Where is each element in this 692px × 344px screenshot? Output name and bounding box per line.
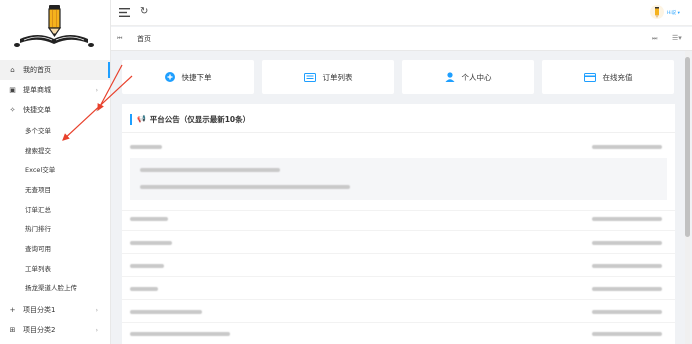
plus-icon: + [9,306,16,315]
announcement-row-date-blurred [592,310,662,314]
megaphone-icon: 📢 [137,115,146,123]
sidebar-item-category-1[interactable]: + 项目分类1 › [0,300,110,320]
user-center-label: 个人中心 [461,72,492,82]
sidebar-item-category-2[interactable]: ⊞ 项目分类2 › [0,320,110,340]
announcement-row-title-blurred[interactable] [130,310,202,314]
top-header: ↻ Hi说 ▾ [111,0,692,26]
sidebar-item-label: 提单商城 [23,86,51,94]
sidebar-subitem-face-upload[interactable]: 扬龙渠道人脸上传 [0,278,110,298]
announcement-row-date-blurred [592,332,662,336]
refresh-icon[interactable]: ↻ [140,6,148,17]
announcement-row-date-blurred [592,264,662,268]
avatar[interactable] [650,5,664,19]
menu-toggle-icon[interactable] [119,8,130,17]
divider [122,299,675,300]
divider [122,276,675,277]
announcement-content-line [140,168,280,172]
logo[interactable] [0,0,110,52]
scrollbar-thumb[interactable] [685,57,690,237]
home-icon: ⌂ [10,66,15,74]
sidebar: ⌂ 我的首页 ▣ 提单商城 › ✧ 快捷交单 › 多个交单 搜索提交 Excel… [0,0,111,344]
announcement-card: 📢 平台公告（仅显示最新10条） [122,104,675,344]
sidebar-item-shop[interactable]: ▣ 提单商城 › [0,80,110,100]
announcement-row-date-blurred [592,145,662,149]
divider [122,253,675,254]
sidebar-subitem-no-check[interactable]: 无查项目 [0,179,110,199]
tab-scroll-right-icon[interactable]: ⏭ [652,35,657,43]
announcement-row-title-blurred[interactable] [130,332,230,336]
scrollbar[interactable] [685,51,690,344]
sidebar-subitem-query-available[interactable]: 查询可用 [0,238,110,258]
wand-icon: ✧ [9,106,16,114]
chevron-right-icon: › [95,106,98,114]
tab-home[interactable]: 首页 [137,34,151,44]
sidebar-subitem-ticket-list[interactable]: 工单列表 [0,258,110,278]
tab-bar: ⏮ 首页 ⏭ ☰▾ [111,27,692,51]
user-icon [445,72,454,82]
announcement-row-title-blurred[interactable] [130,145,162,149]
shop-icon: ▣ [9,86,16,94]
divider [122,230,675,231]
sidebar-item-quick-submit[interactable]: ✧ 快捷交单 › [0,100,110,120]
credit-card-icon [583,72,596,82]
announcement-row-date-blurred [592,217,662,221]
sidebar-item-label: 项目分类1 [23,306,56,315]
order-list-label: 订单列表 [322,72,353,82]
divider [122,322,675,323]
avatar-icon [655,7,659,18]
grid-icon: ⊞ [9,326,16,335]
tab-menu-icon[interactable]: ☰▾ [672,34,682,42]
sidebar-subitem-order-summary[interactable]: 订单汇总 [0,199,110,219]
announcement-row-title-blurred[interactable] [130,264,164,268]
sidebar-item-home[interactable]: ⌂ 我的首页 [0,60,110,80]
chevron-right-icon: › [95,326,98,334]
sidebar-subitem-hot-ranking[interactable]: 热门排行 [0,218,110,238]
user-center-button[interactable]: 个人中心 [402,60,534,94]
chevron-right-icon: › [95,86,98,94]
announcement-title: 📢 平台公告（仅显示最新10条） [130,112,250,126]
announcement-row-title-blurred[interactable] [130,241,172,245]
pencil-book-logo-icon [14,5,94,47]
list-icon [303,72,316,82]
divider [122,210,675,211]
sidebar-item-label: 快捷交单 [23,106,51,114]
announcement-content-line [140,185,350,189]
sidebar-subitem-excel-submit[interactable]: Excel交单 [0,159,110,179]
announcement-row-title-blurred[interactable] [130,217,168,221]
title-accent-bar [130,113,132,125]
sidebar-item-label: 项目分类2 [23,326,56,335]
sidebar-nav: ⌂ 我的首页 ▣ 提单商城 › ✧ 快捷交单 › 多个交单 搜索提交 Excel… [0,60,110,340]
chevron-right-icon: › [95,306,98,314]
sidebar-subitem-search-submit[interactable]: 搜索提交 [0,140,110,160]
sidebar-item-label: 我的首页 [23,66,51,74]
tab-scroll-left-icon[interactable]: ⏮ [117,35,122,43]
announcement-title-text: 平台公告（仅显示最新10条） [149,114,251,124]
plus-circle-icon [164,72,175,82]
order-list-button[interactable]: 订单列表 [262,60,394,94]
announcement-row-date-blurred [592,287,662,291]
announcement-content [130,158,667,200]
recharge-label: 在线充值 [602,72,633,82]
recharge-button[interactable]: 在线充值 [542,60,674,94]
sidebar-subitem-multi-submit[interactable]: 多个交单 [0,120,110,140]
quick-order-label: 快捷下单 [181,72,212,82]
announcement-row-title-blurred[interactable] [130,287,158,291]
quick-order-button[interactable]: 快捷下单 [122,60,254,94]
user-menu[interactable]: Hi说 ▾ [667,10,680,16]
announcement-row-date-blurred [592,241,662,245]
divider [122,132,675,133]
